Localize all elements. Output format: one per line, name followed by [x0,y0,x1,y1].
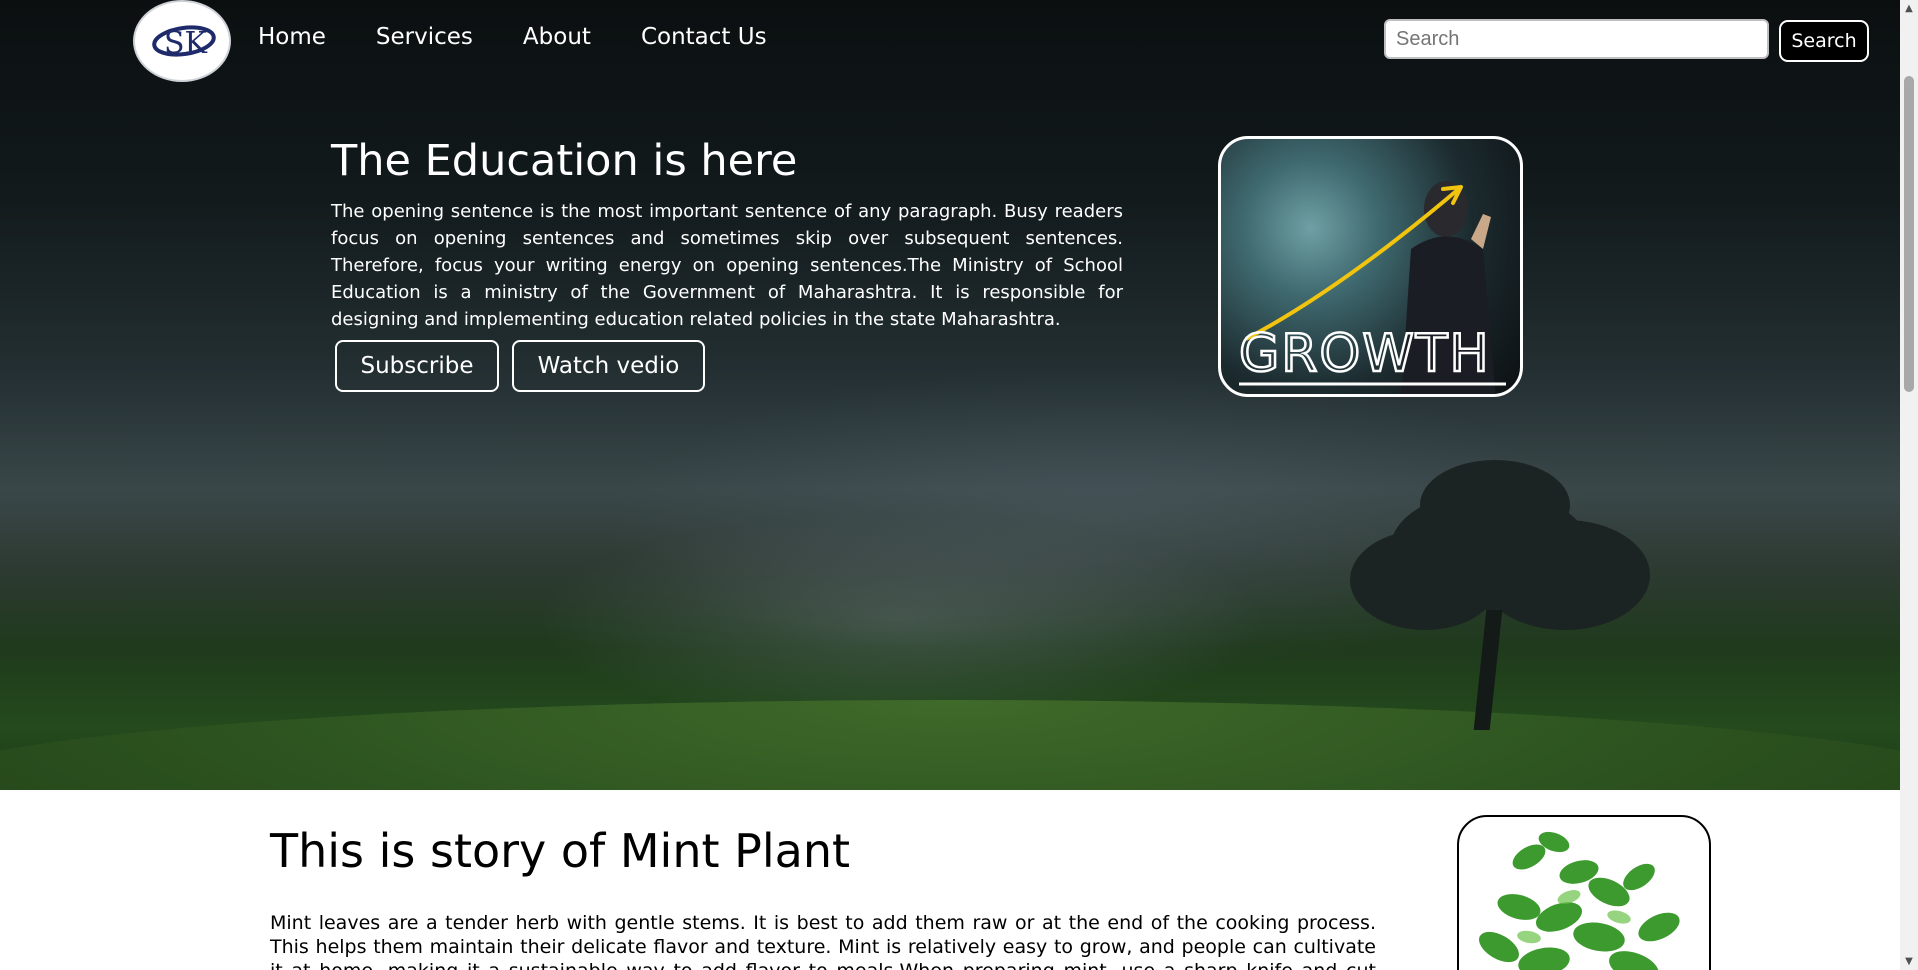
scroll-down-icon[interactable]: ▼ [1900,953,1918,970]
logo-icon: SK [152,25,216,61]
scroll-up-icon[interactable]: ▲ [1900,0,1918,17]
search-button[interactable]: Search [1779,20,1869,62]
nav-services[interactable]: Services [376,24,473,50]
hero-section [0,0,1900,790]
logo-text: SK [164,26,208,61]
growth-illustration: GROWTH [1238,181,1506,394]
growth-image: GROWTH [1218,136,1523,397]
nav-about[interactable]: About [523,24,591,50]
mint-illustration [1479,831,1680,970]
scrollbar-thumb[interactable] [1904,76,1914,392]
nav-contact[interactable]: Contact Us [641,24,767,50]
subscribe-button[interactable]: Subscribe [335,340,499,392]
vertical-scrollbar[interactable]: ▲ ▼ [1900,0,1918,970]
tree-image [1330,460,1660,730]
search-input[interactable] [1384,19,1769,59]
growth-text: GROWTH [1239,324,1491,384]
story-title: This is story of Mint Plant [270,824,851,878]
site-logo[interactable]: SK [133,0,231,82]
main-nav: Home Services About Contact Us [258,24,817,50]
nav-home[interactable]: Home [258,24,326,50]
hero-paragraph: The opening sentence is the most importa… [331,201,1123,330]
mint-plant-image [1457,815,1711,970]
hero-title: The Education is here [331,136,798,186]
watch-video-button[interactable]: Watch vedio [512,340,705,392]
story-paragraph: Mint leaves are a tender herb with gentl… [270,912,1376,970]
